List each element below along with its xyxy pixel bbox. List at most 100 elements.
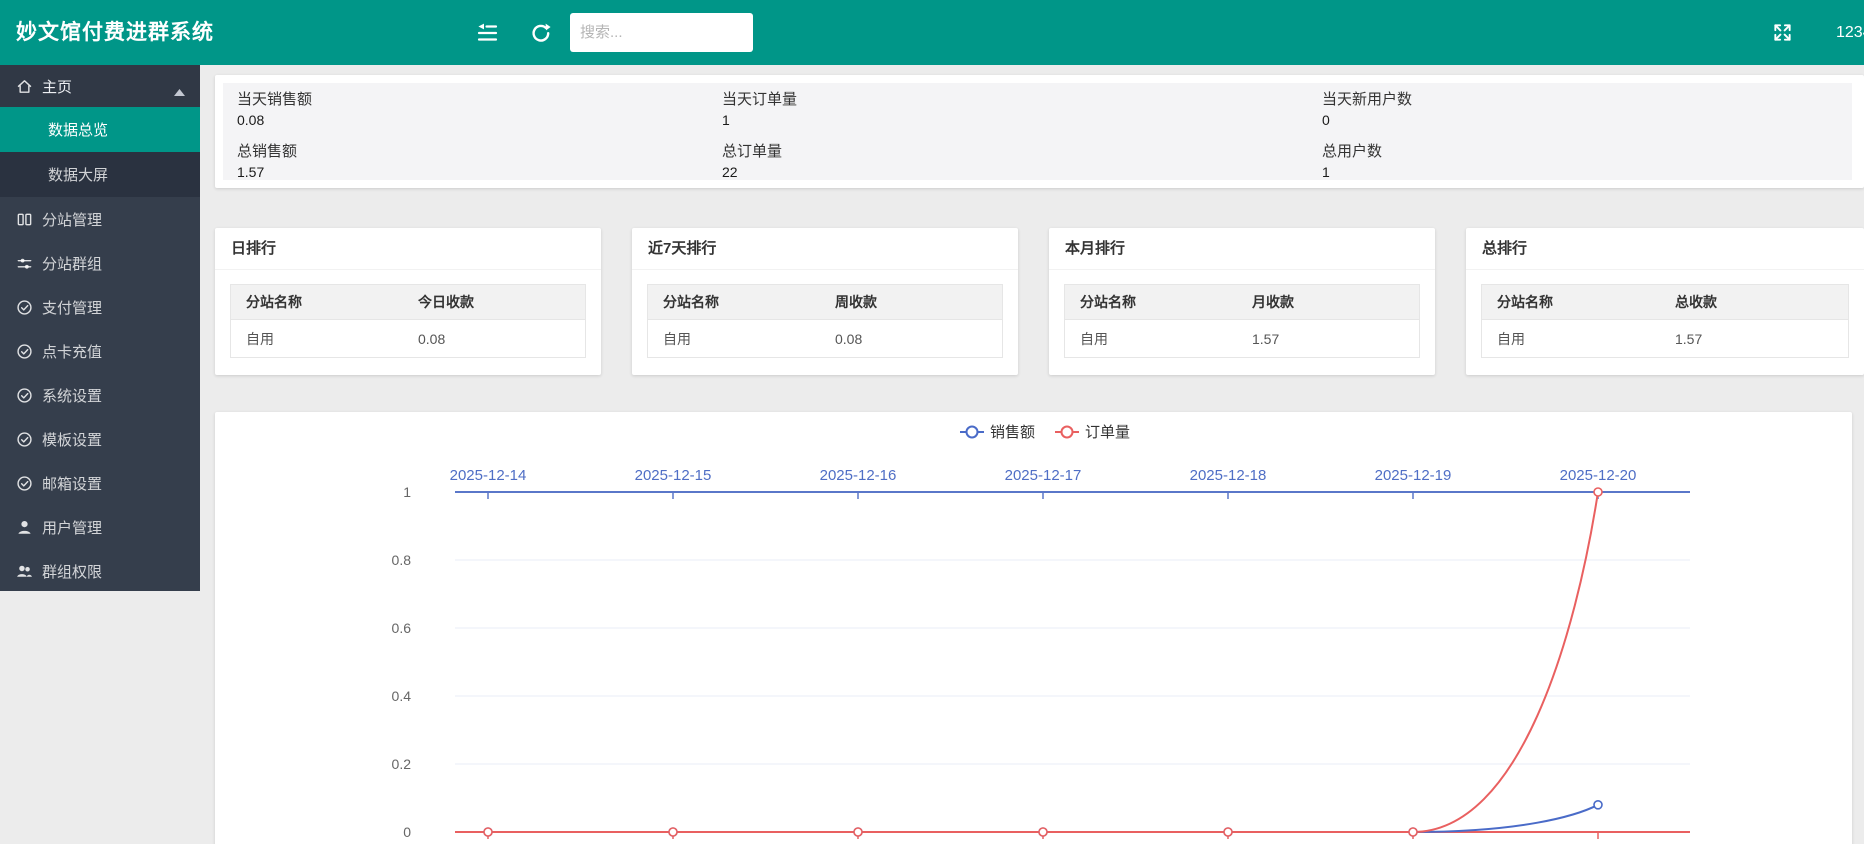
y-axis-label: 0 (403, 824, 411, 840)
ranking-card-month: 本月排行 分站名称 月收款 自用 1.57 (1049, 228, 1435, 375)
search-input[interactable] (570, 13, 753, 52)
sidebar-item-label: 支付管理 (42, 297, 102, 318)
stat-value: 1 (1322, 162, 1742, 183)
table-row: 自用 0.08 (231, 320, 585, 357)
legend-item-订单量[interactable]: 订单量 (1055, 424, 1130, 441)
sidebar-item-mail-settings[interactable]: 邮箱设置 (0, 461, 200, 505)
top-x-axis-label: 2025-12-14 (450, 467, 527, 484)
ranking-card-daily: 日排行 分站名称 今日收款 自用 0.08 (215, 228, 601, 375)
badge-check-icon (16, 343, 33, 360)
cell-amount: 0.08 (408, 331, 585, 347)
sidebar-item-template-settings[interactable]: 模板设置 (0, 417, 200, 461)
stat-value: 1 (722, 110, 1142, 131)
ranking-title: 近7天排行 (632, 228, 1018, 270)
cell-site-name: 自用 (231, 329, 408, 349)
sidebar-item-label: 模板设置 (42, 429, 102, 450)
search-box (570, 13, 753, 52)
top-x-axis-label: 2025-12-20 (1560, 467, 1637, 484)
sidebar-nav: 主页 数据总览 数据大屏 分站管理 (0, 65, 200, 591)
top-x-axis-label: 2025-12-19 (1375, 467, 1452, 484)
column-header: 分站名称 (1065, 292, 1242, 312)
stat-value: 22 (722, 162, 1142, 183)
sidebar-item-label: 分站管理 (42, 209, 102, 230)
badge-check-icon (16, 387, 33, 404)
stats-column-orders: 当天订单量 1 总订单量 22 (722, 88, 1142, 194)
column-header: 月收款 (1242, 292, 1419, 312)
sidebar-item-home[interactable]: 主页 (0, 65, 200, 107)
cell-site-name: 自用 (648, 329, 825, 349)
stat-value: 0.08 (237, 110, 657, 131)
badge-check-icon (16, 431, 33, 448)
table-row: 自用 1.57 (1065, 320, 1419, 357)
data-point-marker (1224, 828, 1232, 836)
cell-amount: 0.08 (825, 331, 1002, 347)
sidebar-item-label: 群组权限 (42, 561, 102, 582)
menu-fold-icon[interactable] (475, 21, 499, 45)
y-axis-label: 0.6 (392, 620, 412, 636)
svg-text:订单量: 订单量 (1085, 424, 1130, 441)
sidebar-item-card-recharge[interactable]: 点卡充值 (0, 329, 200, 373)
stat-value: 1.57 (237, 162, 657, 183)
sidebar-item-substation-groups[interactable]: 分站群组 (0, 241, 200, 285)
sidebar-item-substation-manage[interactable]: 分站管理 (0, 197, 200, 241)
data-point-marker (669, 828, 677, 836)
column-header: 总收款 (1665, 292, 1848, 312)
y-axis-label: 0.4 (392, 688, 412, 704)
caret-up-icon (174, 83, 185, 90)
sliders-icon (16, 255, 33, 272)
sidebar-item-payment-manage[interactable]: 支付管理 (0, 285, 200, 329)
stats-column-users: 当天新用户数 0 总用户数 1 (1322, 88, 1742, 194)
stat-value: 0 (1322, 110, 1742, 131)
stats-column-sales: 当天销售额 0.08 总销售额 1.57 (237, 88, 657, 194)
home-icon (16, 78, 33, 95)
data-point-marker (1039, 828, 1047, 836)
cell-site-name: 自用 (1482, 329, 1665, 349)
table-header-row: 分站名称 总收款 (1482, 285, 1848, 320)
sidebar-item-label: 数据总览 (48, 119, 108, 140)
table-header-row: 分站名称 今日收款 (231, 285, 585, 320)
fullscreen-icon[interactable] (1772, 22, 1793, 43)
top-x-axis-label: 2025-12-18 (1190, 467, 1267, 484)
column-header: 今日收款 (408, 292, 585, 312)
data-point-marker (484, 828, 492, 836)
stat-label: 总用户数 (1322, 142, 1742, 162)
ranking-table: 分站名称 周收款 自用 0.08 (647, 284, 1003, 358)
ranking-title: 总排行 (1466, 228, 1864, 270)
stat-label: 当天销售额 (237, 90, 657, 110)
cell-amount: 1.57 (1665, 331, 1848, 347)
column-header: 分站名称 (231, 292, 408, 312)
top-x-axis-label: 2025-12-15 (635, 467, 712, 484)
sidebar-item-label: 数据大屏 (48, 164, 108, 185)
users-icon (16, 563, 33, 580)
table-row: 自用 0.08 (648, 320, 1002, 357)
sidebar-item-data-overview[interactable]: 数据总览 (0, 107, 200, 152)
username-menu[interactable]: 12345 (1836, 0, 1864, 65)
y-axis-label: 1 (403, 484, 411, 500)
stat-label: 总销售额 (237, 142, 657, 162)
top-x-axis-label: 2025-12-16 (820, 467, 897, 484)
cell-site-name: 自用 (1065, 329, 1242, 349)
column-header: 周收款 (825, 292, 1002, 312)
legend-item-销售额[interactable]: 销售额 (960, 424, 1035, 441)
sidebar-item-label: 点卡充值 (42, 341, 102, 362)
column-header: 分站名称 (648, 292, 825, 312)
sales-orders-chart-svg: 00.20.40.60.812025-12-142025-12-152025-1… (215, 412, 1852, 844)
data-point-marker (1594, 488, 1602, 496)
columns-icon (16, 211, 33, 228)
refresh-icon[interactable] (529, 21, 553, 45)
sidebar-item-system-settings[interactable]: 系统设置 (0, 373, 200, 417)
svg-text:销售额: 销售额 (990, 424, 1035, 441)
sidebar-item-user-manage[interactable]: 用户管理 (0, 505, 200, 549)
y-axis-label: 0.8 (392, 552, 412, 568)
sidebar-item-group-permissions[interactable]: 群组权限 (0, 549, 200, 593)
ranking-title: 日排行 (215, 228, 601, 270)
sidebar-item-data-screen[interactable]: 数据大屏 (0, 152, 200, 197)
dashboard-page: 妙文馆付费进群系统 12345 (0, 0, 1864, 844)
ranking-table: 分站名称 总收款 自用 1.57 (1481, 284, 1849, 358)
top-x-axis-label: 2025-12-17 (1005, 467, 1082, 484)
sidebar-item-label: 分站群组 (42, 253, 102, 274)
sales-orders-chart: 00.20.40.60.812025-12-142025-12-152025-1… (215, 412, 1852, 844)
stat-label: 当天新用户数 (1322, 90, 1742, 110)
sidebar-item-label: 用户管理 (42, 517, 102, 538)
data-point-marker (854, 828, 862, 836)
